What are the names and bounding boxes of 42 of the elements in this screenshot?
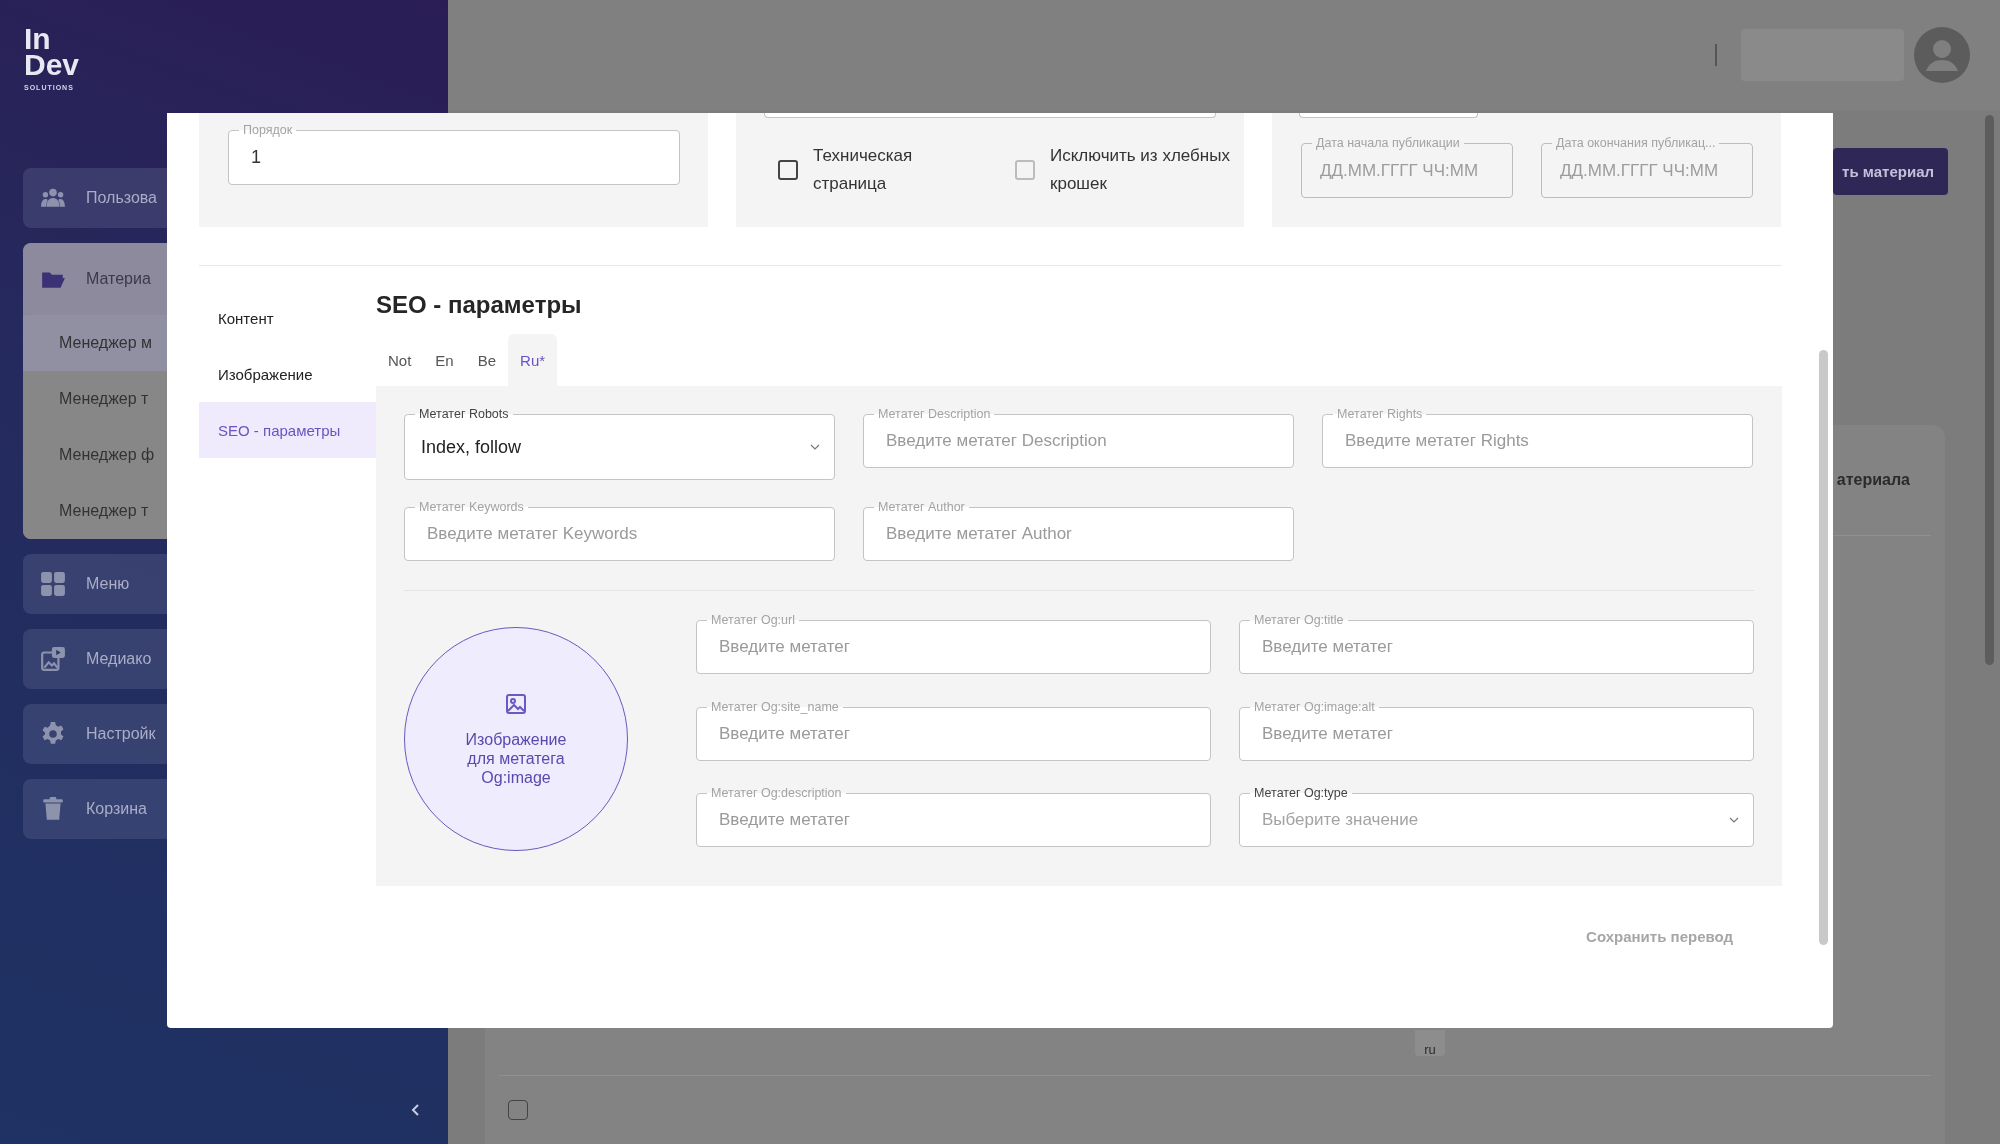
field-label: Дата окончания публикац... [1552,135,1720,151]
language-tab[interactable]: En [423,334,466,386]
image-upload[interactable]: Изображение для метатега Og:image [404,627,628,851]
checkbox-label: Техническая страница [813,145,914,195]
avatar-icon[interactable] [1914,27,1970,83]
field-label: Метатег Og:description [707,785,846,802]
field-label: Метатег Og:title [1250,612,1348,628]
field-label: Метатег Description [874,406,995,422]
header-divider [1715,44,1717,66]
checkbox[interactable] [778,160,798,180]
add-material-button[interactable]: ть материал [1833,148,1948,195]
column-header: атериала [1836,471,1910,489]
scrollbar[interactable] [1819,350,1828,945]
language-tab[interactable]: Be [465,334,509,386]
settings-icon [40,721,66,747]
field-label: Метатег Rights [1333,406,1427,422]
chevron-down-icon [1729,817,1739,824]
section-heading: SEO - параметры [376,291,583,319]
language-tab[interactable]: Ru* [508,334,558,386]
section-tab[interactable]: Контент [199,290,376,346]
logo-text: In [24,26,51,52]
logo-text: Dev [24,52,80,78]
field-label: Метатег Keywords [415,499,528,515]
checkbox-label: Исключить из хлебных крошек [1050,145,1231,195]
grid-icon [40,571,66,597]
row-checkbox[interactable] [508,1100,528,1120]
language-tag: ru [1415,1030,1445,1056]
input-field[interactable] [764,113,1216,118]
scrollbar[interactable] [1985,115,1994,665]
chevron-left-icon[interactable] [410,1102,422,1118]
field-label: Метатег Og:type [1250,785,1352,802]
field-label: Порядок [239,122,297,138]
chevron-down-icon [810,444,820,450]
section-tab[interactable]: SEO - параметры [199,402,376,458]
media-icon [40,646,66,672]
image-icon [504,691,528,716]
trash-icon [40,796,66,822]
section-tab[interactable]: Изображение [199,346,376,402]
field-label: Дата начала публикации [1312,135,1464,151]
field-label: Метатег Og:url [707,612,799,628]
input-field[interactable] [1299,113,1478,118]
language-tab[interactable]: Not [376,334,424,386]
